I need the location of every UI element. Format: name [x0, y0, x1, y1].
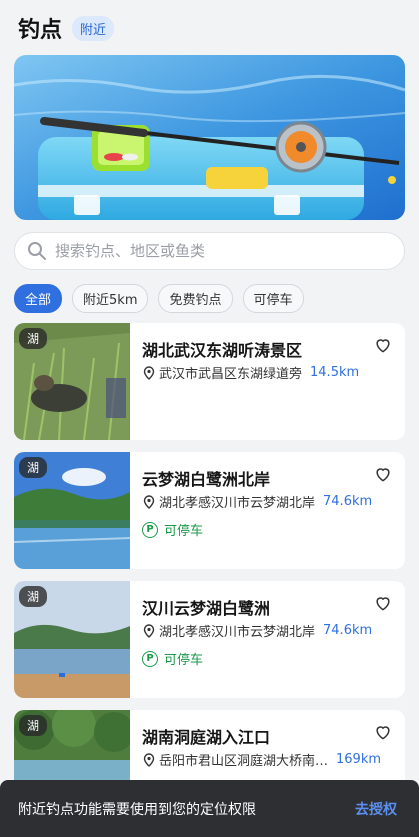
spot-thumbnail: 湖 — [14, 581, 130, 698]
location-pin-icon — [143, 623, 155, 638]
parking-indicator: P 可停车 — [142, 649, 203, 668]
spot-title: 云梦湖白鹭洲北岸 — [142, 470, 271, 489]
type-badge: 湖 — [19, 715, 48, 736]
parking-label: 可停车 — [164, 653, 204, 668]
location-pin-icon — [143, 365, 155, 380]
spot-distance: 74.6km — [323, 494, 373, 509]
chip-nearby-5km[interactable]: 附近5km — [72, 284, 149, 313]
spot-title: 汉川云梦湖白鹭洲 — [142, 599, 271, 618]
chip-all[interactable]: 全部 — [14, 284, 63, 313]
address-row: 武汉市武昌区东湖绿道旁 14.5km — [142, 363, 359, 382]
filter-chips: 全部 附近5km 免费钓点 可停车 — [14, 284, 304, 313]
address-row: 湖北孝感汉川市云梦湖北岸 74.6km — [142, 492, 372, 511]
spot-thumbnail: 湖 — [14, 452, 130, 569]
location-pin-icon — [143, 752, 155, 767]
spot-title: 湖北武汉东湖听涛景区 — [142, 341, 303, 360]
search-bar[interactable] — [14, 232, 405, 270]
type-badge: 湖 — [19, 457, 48, 478]
spot-title: 湖南洞庭湖入江口 — [142, 728, 271, 747]
spot-card[interactable]: 湖 云梦湖白鹭洲北岸 湖北孝感汉川市云梦湖北岸 74.6km P 可停车 — [14, 452, 405, 569]
heart-icon[interactable] — [373, 722, 393, 742]
spot-address: 武汉市武昌区东湖绿道旁 — [159, 367, 303, 382]
address-row: 岳阳市君山区洞庭湖大桥南… 169km — [142, 750, 381, 769]
nearby-tag[interactable]: 附近 — [72, 15, 115, 41]
chip-parking[interactable]: 可停车 — [242, 284, 304, 313]
parking-icon: P — [142, 650, 158, 667]
location-pin-icon — [143, 494, 155, 509]
parking-label: 可停车 — [164, 524, 204, 539]
search-icon — [28, 242, 46, 260]
spot-distance: 14.5km — [310, 365, 360, 380]
search-input[interactable] — [55, 242, 375, 260]
chip-free-spots[interactable]: 免费钓点 — [158, 284, 233, 313]
spot-thumbnail: 湖 — [14, 323, 130, 440]
fishing-gear-illustration — [14, 55, 405, 220]
type-badge: 湖 — [19, 328, 48, 349]
spot-address: 湖北孝感汉川市云梦湖北岸 — [159, 496, 316, 511]
banner-image — [14, 55, 405, 220]
spot-address: 岳阳市君山区洞庭湖大桥南… — [159, 754, 329, 769]
authorize-button[interactable]: 去授权 — [355, 799, 397, 819]
heart-icon[interactable] — [373, 593, 393, 613]
spot-card[interactable]: 湖 汉川云梦湖白鹭洲 湖北孝感汉川市云梦湖北岸 74.6km P 可停车 — [14, 581, 405, 698]
parking-indicator: P 可停车 — [142, 520, 203, 539]
page-title: 钓点 — [18, 18, 63, 43]
heart-icon[interactable] — [373, 464, 393, 484]
toast-message: 附近钓点功能需要使用到您的定位权限 — [18, 801, 256, 818]
spot-distance: 74.6km — [323, 623, 373, 638]
type-badge: 湖 — [19, 586, 48, 607]
page-header: 钓点 附近 — [18, 12, 115, 44]
spot-address: 湖北孝感汉川市云梦湖北岸 — [159, 625, 316, 640]
heart-icon[interactable] — [373, 335, 393, 355]
location-permission-toast: 附近钓点功能需要使用到您的定位权限 去授权 — [0, 780, 419, 837]
parking-icon: P — [142, 521, 158, 538]
address-row: 湖北孝感汉川市云梦湖北岸 74.6km — [142, 621, 372, 640]
spot-distance: 169km — [336, 752, 382, 767]
spot-card[interactable]: 湖 湖北武汉东湖听涛景区 武汉市武昌区东湖绿道旁 14.5km — [14, 323, 405, 440]
